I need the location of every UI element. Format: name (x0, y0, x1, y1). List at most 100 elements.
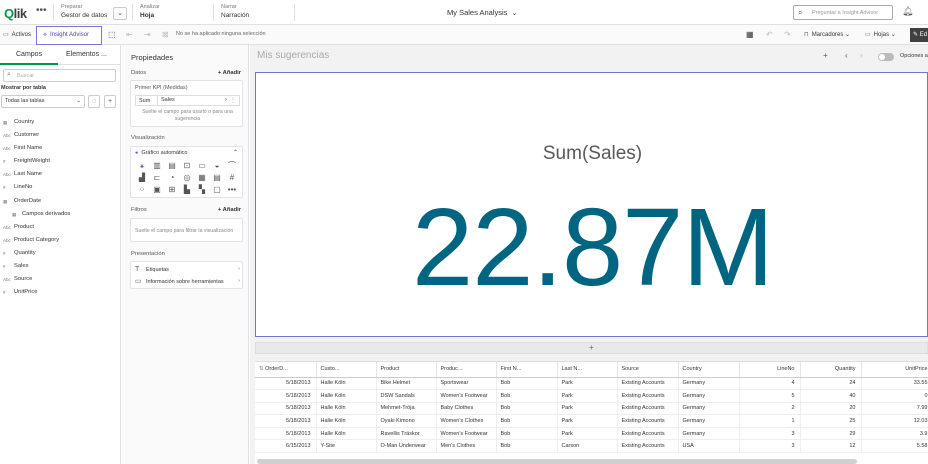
edit-sheet-button[interactable]: ✎ Ed (910, 28, 928, 42)
undo-icon[interactable]: ↶ (766, 28, 773, 42)
options-toggle[interactable] (878, 53, 894, 61)
fields-search-input[interactable]: ⌕ Buscar (3, 69, 116, 82)
chevron-right-icon[interactable]: › (860, 51, 863, 60)
field-item[interactable]: Abc Source (0, 273, 121, 286)
line-chart-icon[interactable]: ⌒ (225, 160, 239, 172)
map-icon[interactable]: ▦ (195, 172, 209, 184)
field-item[interactable]: Abc Last Name (0, 168, 121, 181)
nav-prepare[interactable]: Preparar Gestor de datos (61, 4, 107, 22)
field-item[interactable]: # Sales (0, 260, 121, 273)
scatter-icon[interactable]: ⁘ (135, 184, 149, 196)
add-icon[interactable]: + (823, 51, 828, 60)
tab-master-items[interactable]: Elementos ... (66, 51, 107, 58)
add-filter-button[interactable]: + Añadir (218, 207, 241, 213)
nav-analyze[interactable]: Analizar Hoja (140, 4, 160, 22)
column-header[interactable]: UnitPrice (861, 362, 928, 378)
table-row[interactable]: 5/18/2013 Halle Köln Ravellis Träskor Women… (255, 427, 928, 441)
column-header[interactable]: Product (376, 362, 437, 378)
bar-chart-icon[interactable]: ▥ (150, 160, 164, 172)
mekko-icon[interactable]: ▚ (195, 184, 209, 196)
column-header[interactable]: Source (617, 362, 679, 378)
tooltip-row[interactable]: ▭ Información sobre herramientas › (135, 276, 240, 287)
chevron-up-icon: ⌃ (233, 150, 239, 156)
column-header[interactable]: Custo... (316, 362, 377, 378)
distribution-icon[interactable]: ⊡ (180, 160, 194, 172)
field-item[interactable]: Abc Product (0, 221, 121, 234)
selection-status: No se ha aplicado ninguna selección (176, 31, 266, 37)
bullet-chart-icon[interactable]: ▭ (195, 160, 209, 172)
step-back-icon[interactable]: ⇤ (126, 28, 133, 42)
assets-button[interactable]: ▭ Activos (3, 28, 31, 42)
table-select[interactable]: Todas las tablas ⌄ (1, 95, 85, 108)
prepare-dropdown-button[interactable]: ⌄ (113, 7, 127, 20)
pivot-table-icon[interactable]: ⊞ (165, 184, 179, 196)
app-title-menu[interactable]: My Sales Analysis ⌄ (447, 8, 517, 17)
chevron-right-icon[interactable]: › (225, 97, 227, 103)
field-item[interactable]: # LineNo (0, 181, 121, 194)
column-header[interactable]: ⇅ OrderD... (255, 362, 317, 378)
field-item[interactable]: ▦ Country (0, 116, 121, 129)
treemap-icon[interactable]: ▣ (150, 184, 164, 196)
field-item[interactable]: ▦ Campos derivados (0, 208, 121, 221)
field-item[interactable]: # UnitPrice (0, 286, 121, 299)
field-item[interactable]: ▦ OrderDate (0, 195, 121, 208)
nav-narrate[interactable]: Narrar Narración (221, 4, 249, 22)
bookmarks-button[interactable]: ⊓ Marcadores ⌄ (804, 28, 850, 42)
add-data-button[interactable]: + (104, 95, 116, 108)
column-header[interactable]: Produc... (436, 362, 497, 378)
insight-advisor-button[interactable]: ⟡ Insight Advisor (36, 26, 102, 45)
clear-selections-icon[interactable]: ⊠ (162, 28, 169, 42)
table-cell: Baby Clothes (436, 402, 497, 416)
data-table: ⇅ OrderD... Custo... Product Produc... First… (255, 361, 928, 464)
field-item[interactable]: Abc Customer (0, 129, 121, 142)
column-header[interactable]: Country (678, 362, 740, 378)
notifications-bell-icon[interactable]: 🔔︎ (902, 6, 913, 17)
histogram-icon[interactable]: ▟ (135, 172, 149, 184)
more-menu-icon[interactable]: ••• (36, 5, 47, 16)
column-header[interactable]: LineNo (739, 362, 801, 378)
smart-search-icon[interactable]: ⬚ (108, 28, 116, 42)
table-icon[interactable]: ▤ (210, 172, 224, 184)
waterfall-icon[interactable]: ▙ (180, 184, 194, 196)
horizontal-scrollbar[interactable] (257, 459, 857, 464)
table-row[interactable]: 5/18/2013 Halle Köln DSW Sandals Women's Fo… (255, 389, 928, 403)
insight-advisor-search[interactable]: ⌕ Preguntar a Insight Advisor (793, 5, 893, 20)
table-row[interactable]: 6/15/2013 Y-Site O-Man Underwear Men's Clot… (255, 439, 928, 454)
step-forward-icon[interactable]: ⇥ (144, 28, 151, 42)
field-item[interactable]: Abc First Name (0, 142, 121, 155)
kpi-measure-row[interactable]: Sum Sales › ⋮ (135, 95, 240, 106)
combo-chart-icon[interactable]: ▤ (165, 160, 179, 172)
table-cell: 0 (861, 389, 928, 403)
gauge-icon[interactable]: ◒ (210, 160, 224, 172)
sheets-button[interactable]: ▭ Hojas ⌄ (865, 28, 896, 42)
grid-icon[interactable]: ▦ (746, 28, 754, 42)
add-to-sheet-bar[interactable]: + (255, 342, 928, 354)
table-row[interactable]: 5/18/2013 Halle Köln Bike Helmet Sportswear… (255, 377, 928, 391)
pie-chart-icon[interactable]: ◔ (165, 172, 179, 184)
more-charts-icon[interactable]: ••• (225, 184, 239, 196)
column-header[interactable]: Last N... (557, 362, 618, 378)
chevron-left-icon[interactable]: ‹ (845, 51, 848, 60)
field-item[interactable]: # Quantity (0, 247, 121, 260)
tab-fields[interactable]: Campos (16, 51, 42, 58)
boxplot-icon[interactable]: ⊏ (150, 172, 164, 184)
text-image-icon[interactable]: # (225, 172, 239, 184)
table-row[interactable]: 5/18/2013 Halle Köln Mehmet-Trója Baby Clot… (255, 402, 928, 416)
drag-handle-icon[interactable]: ⋮ (230, 97, 236, 104)
redo-icon[interactable]: ↷ (784, 28, 791, 42)
table-row[interactable]: 5/18/2013 Halle Köln Oyaki Kimono Women's C… (255, 414, 928, 428)
column-header[interactable]: First N... (496, 362, 558, 378)
field-item[interactable]: Abc Product Category (0, 234, 121, 247)
auto-chart-selector[interactable]: ⚹ Gráfico automático ⌃ (135, 150, 238, 157)
labels-row[interactable]: T Etiquetas › (135, 264, 240, 275)
kpi-chart[interactable]: Sum(Sales) 22.87M (255, 72, 928, 337)
kpi-icon[interactable]: ◎ (180, 172, 194, 184)
qlik-logo[interactable]: Qlik (4, 6, 27, 21)
table-cell: Men's Clothes (436, 439, 497, 454)
refresh-fields-button[interactable]: ◌ (88, 95, 100, 108)
add-data-field-button[interactable]: + Añadir (218, 70, 241, 76)
auto-chart-icon[interactable]: ⚹ (135, 160, 149, 172)
filter-pane-icon[interactable]: ▢ (210, 184, 224, 196)
field-item[interactable]: # FreightWeight (0, 155, 121, 168)
column-header[interactable]: Quantity (800, 362, 862, 378)
